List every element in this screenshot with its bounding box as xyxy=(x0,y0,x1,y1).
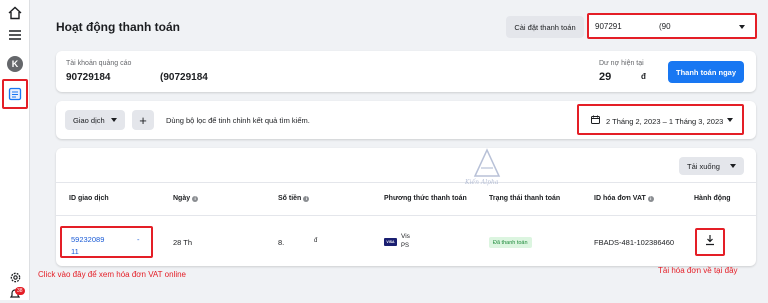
transaction-id-line2: 11 xyxy=(71,247,79,256)
avatar-letter: K xyxy=(11,59,19,69)
account-selector-suffix: (90 xyxy=(659,22,671,31)
row-amount-currency: đ xyxy=(314,238,318,244)
current-balance-value: 29 xyxy=(599,71,612,83)
transaction-id-dash: - xyxy=(137,235,140,244)
chevron-down-icon xyxy=(730,164,736,168)
page-title: Hoạt động thanh toán xyxy=(56,20,180,34)
divider xyxy=(56,182,756,183)
account-selector[interactable]: 907291 (90 xyxy=(587,13,757,39)
date-range-picker[interactable]: 2 Tháng 2, 2023 – 1 Tháng 3, 2023 xyxy=(577,104,744,135)
transaction-id-line1: 59232089 xyxy=(71,235,105,244)
pay-now-button[interactable]: Thanh toán ngay xyxy=(668,61,744,83)
left-rail: K 38 xyxy=(0,0,30,300)
payment-settings-button[interactable]: Cài đặt thanh toán xyxy=(506,16,584,38)
annotation-download-invoice: Tải hóa đơn về tại đây xyxy=(658,266,738,275)
column-header-payment-status: Trạng thái thanh toán xyxy=(489,195,560,202)
chevron-down-icon xyxy=(739,25,745,29)
row-date: 28 Th xyxy=(173,238,193,247)
account-selector-id: 907291 xyxy=(595,22,622,31)
card-name: Vis xyxy=(401,233,410,240)
account-summary-card: Tài khoản quảng cáo 90729184 (90729184 D… xyxy=(56,51,756,92)
visa-card-icon: VISA xyxy=(384,238,397,246)
column-header-label: Ngày xyxy=(173,195,191,202)
column-header-payment-method: Phương thức thanh toán xyxy=(384,195,467,202)
download-invoice-button[interactable] xyxy=(695,228,725,256)
watermark-logo: Kiến Alpha xyxy=(455,138,515,188)
svg-text:Kiến Alpha: Kiến Alpha xyxy=(464,179,499,186)
download-label: Tải xuống xyxy=(687,162,720,171)
notification-badge: 38 xyxy=(15,287,25,295)
chevron-down-icon xyxy=(111,118,117,122)
divider xyxy=(56,215,756,216)
ad-account-name: (90729184 xyxy=(160,72,208,83)
current-balance-currency: đ xyxy=(641,72,646,81)
transactions-table: Tải xuống ID giao dịch Ngày i Số tiền i Ph… xyxy=(56,148,756,266)
column-header-label: Trạng thái thanh toán xyxy=(489,195,561,202)
transaction-type-dropdown[interactable]: Giao dịch xyxy=(65,110,125,130)
date-range-label: 2 Tháng 2, 2023 – 1 Tháng 3, 2023 xyxy=(606,117,724,126)
column-header-action: Hành động xyxy=(694,195,731,202)
row-amount: 8. xyxy=(278,238,285,247)
column-header-label: Hành động xyxy=(694,195,731,202)
column-header-label: Số tiền xyxy=(278,195,302,202)
info-icon: i xyxy=(303,195,310,202)
ad-account-label: Tài khoản quảng cáo xyxy=(66,60,132,67)
download-icon xyxy=(704,233,716,251)
column-header-transaction-id: ID giao dịch xyxy=(69,195,109,202)
column-header-label: ID hóa đơn VAT xyxy=(594,195,646,202)
filter-hint: Dùng bộ lọc để tinh chỉnh kết quả tìm ki… xyxy=(166,116,310,125)
column-header-label: Phương thức thanh toán xyxy=(384,195,467,202)
page-header: Hoạt động thanh toán Cài đặt thanh toán … xyxy=(56,12,757,44)
calendar-icon xyxy=(591,115,600,126)
info-icon: i xyxy=(647,195,654,202)
info-icon: i xyxy=(192,195,199,202)
annotation-view-vat-online: Click vào đây để xem hóa đơn VAT online xyxy=(38,270,186,279)
transaction-type-label: Giao dịch xyxy=(73,116,105,125)
current-balance-label: Dư nợ hiện tại xyxy=(599,60,644,67)
column-header-amount[interactable]: Số tiền i xyxy=(278,195,310,202)
chevron-down-icon xyxy=(727,118,733,122)
status-badge: Đã thanh toán xyxy=(489,237,532,248)
menu-icon[interactable] xyxy=(6,26,24,44)
column-header-date[interactable]: Ngày i xyxy=(173,195,199,202)
avatar[interactable]: K xyxy=(7,56,23,72)
vat-invoice-id: FBADS-481-102386460 xyxy=(594,238,675,247)
settings-icon[interactable] xyxy=(6,268,24,286)
billing-icon[interactable] xyxy=(6,85,24,103)
filter-bar: Giao dịch + Dùng bộ lọc để tinh chỉnh kế… xyxy=(56,101,756,139)
home-icon[interactable] xyxy=(6,4,24,22)
card-detail: PS xyxy=(401,243,410,249)
transaction-id-link[interactable]: 59232089 - 11 xyxy=(60,226,153,258)
column-header-label: ID giao dịch xyxy=(69,195,109,202)
download-button[interactable]: Tải xuống xyxy=(679,157,744,175)
column-header-vat-invoice-id: ID hóa đơn VAT i xyxy=(594,195,654,202)
ad-account-id: 90729184 xyxy=(66,72,111,83)
add-filter-button[interactable]: + xyxy=(132,110,154,130)
